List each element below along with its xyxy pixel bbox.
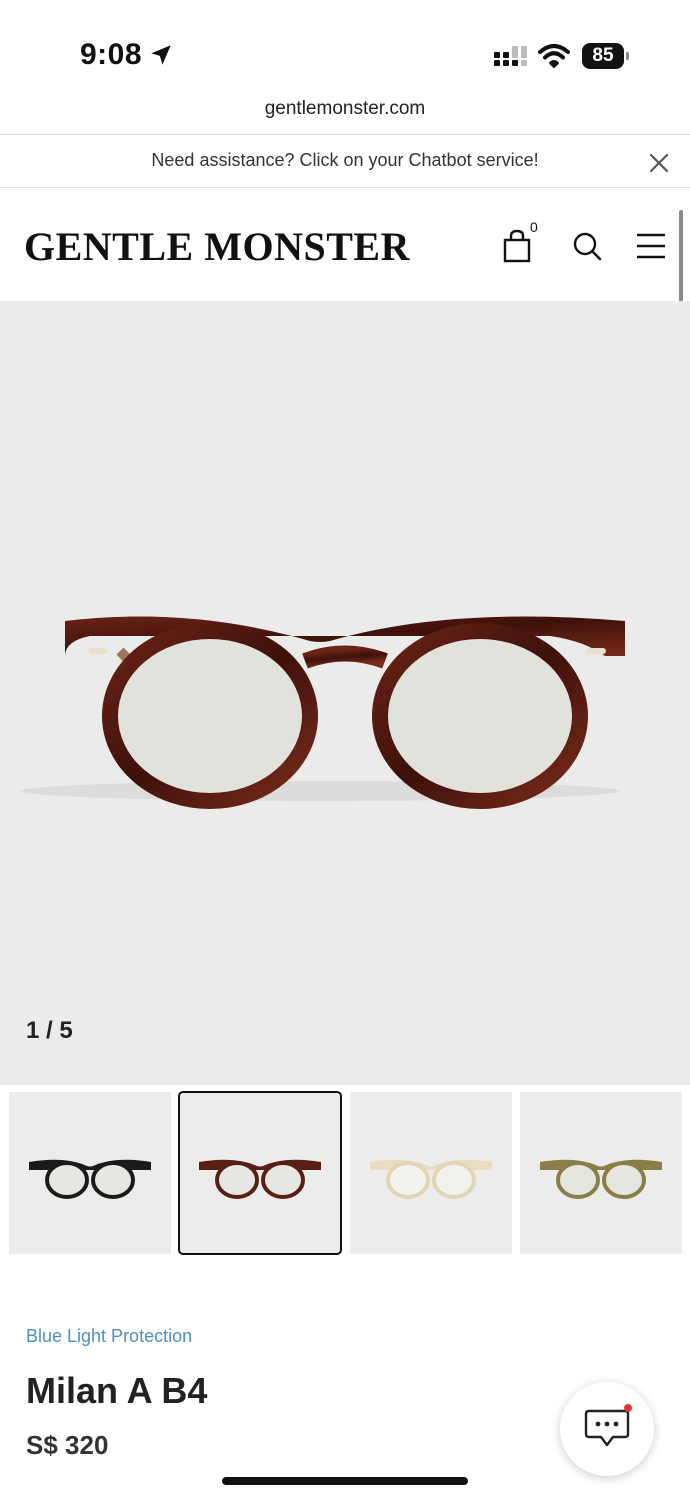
assistance-banner[interactable]: Need assistance? Click on your Chatbot s… [0,135,690,188]
battery-icon: 85 [582,43,630,69]
banner-text[interactable]: Need assistance? Click on your Chatbot s… [0,150,690,171]
thumbnail-tortoise[interactable] [178,1091,342,1255]
location-arrow-icon [151,45,171,65]
chat-bubble-icon [584,1409,630,1447]
product-name: Milan A B4 [26,1370,208,1411]
gallery-counter: 1 / 5 [26,1017,73,1044]
status-bar: 9:08 85 [0,0,690,92]
thumbnail-strip [0,1091,690,1256]
home-indicator[interactable] [222,1477,468,1485]
notification-dot [624,1404,632,1412]
wifi-icon [538,44,570,68]
site-header: GENTLE MONSTER 0 [0,189,690,301]
chatbot-button[interactable] [560,1382,654,1476]
status-time: 9:08 [80,38,143,71]
shopping-bag-icon[interactable] [502,229,532,263]
glasses-thumbnail-icon [199,1159,321,1199]
signal-icon [494,46,527,66]
glasses-image [20,616,625,809]
product-hero-image[interactable]: 1 / 5 [0,301,690,1085]
glasses-thumbnail-icon [29,1159,151,1199]
thumbnail-olive[interactable] [520,1092,682,1254]
brand-logo[interactable]: GENTLE MONSTER [24,223,410,270]
product-category-link[interactable]: Blue Light Protection [26,1326,192,1347]
browser-url[interactable]: gentlemonster.com [0,92,690,134]
thumbnail-clear[interactable] [350,1092,512,1254]
close-icon[interactable] [646,150,672,176]
glasses-thumbnail-icon [370,1159,492,1199]
glasses-thumbnail-icon [540,1159,662,1199]
search-icon[interactable] [572,231,602,261]
battery-tip [626,52,629,60]
cart-count: 0 [530,219,538,235]
thumbnail-black[interactable] [9,1092,171,1254]
battery-level: 85 [582,43,624,69]
product-price: S$ 320 [26,1430,109,1460]
menu-icon[interactable] [636,233,666,259]
